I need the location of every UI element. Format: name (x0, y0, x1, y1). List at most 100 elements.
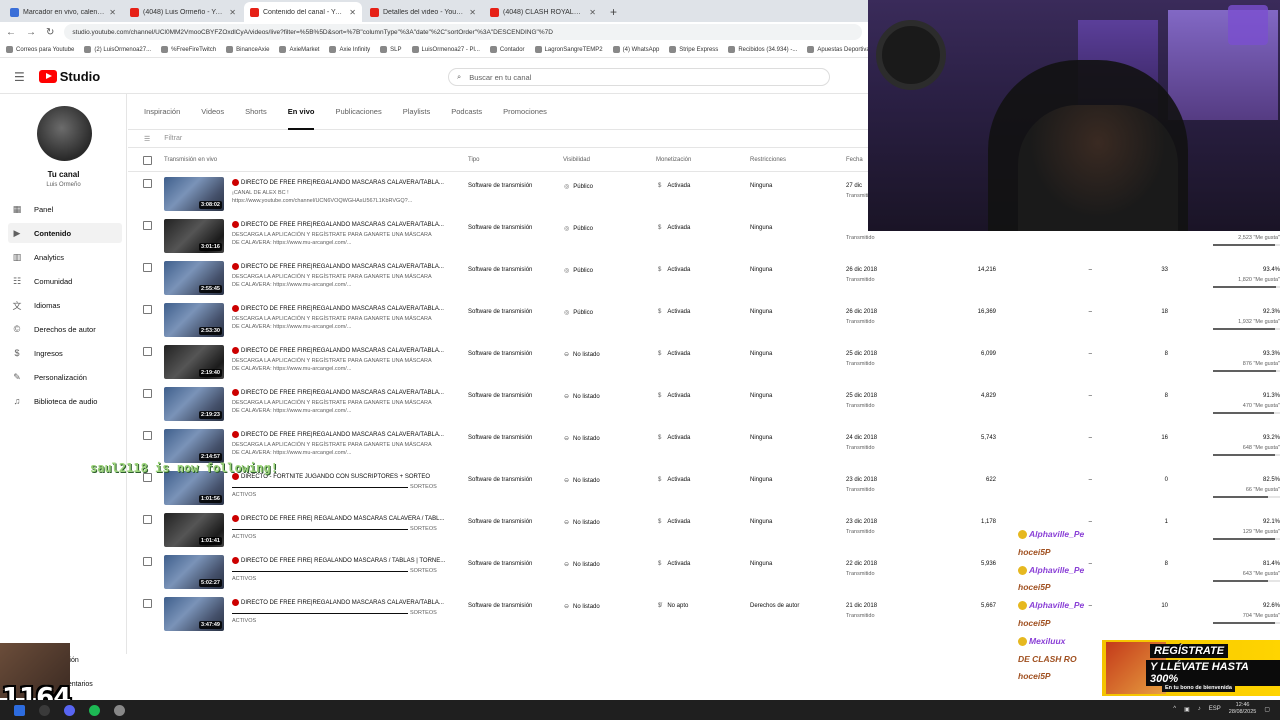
video-title[interactable]: DIRECTO DE FREE FIRE|REGALANDO MASCARAS … (232, 599, 448, 606)
back-icon[interactable]: ← (6, 27, 16, 38)
table-row[interactable]: 2:53:30 DIRECTO DE FREE FIRE|REGALANDO MA… (128, 300, 1280, 342)
bookmark-item[interactable]: Axie Infinity (329, 46, 370, 53)
bookmark-item[interactable]: SLP (380, 46, 402, 53)
notifications-icon[interactable]: ▢ (1264, 706, 1270, 713)
monetization-cell[interactable]: $ Activada (658, 519, 690, 525)
visibility-cell[interactable]: ◎ Público (564, 183, 593, 190)
search-taskbar-icon[interactable] (39, 704, 50, 716)
bookmark-item[interactable]: AxieMarket (279, 46, 319, 53)
monetization-cell[interactable]: $ Activada (658, 225, 690, 231)
sidebar-item-derechos-de-autor[interactable]: © Derechos de autor (8, 319, 122, 339)
new-tab-button[interactable]: + (610, 5, 617, 19)
video-title[interactable]: DIRECTO DE FREE FIRE|REGALANDO MASCARAS … (232, 305, 448, 312)
volume-icon[interactable]: ♪ (1198, 706, 1201, 712)
video-thumbnail[interactable]: 3:08:02 (164, 177, 224, 211)
tab-promociones[interactable]: Promociones (503, 94, 547, 130)
tab-podcasts[interactable]: Podcasts (451, 94, 482, 130)
table-row[interactable]: 2:19:40 DIRECTO DE FREE FIRE|REGALANDO MA… (128, 342, 1280, 384)
bookmark-item[interactable]: Correos para Youtube (6, 46, 74, 53)
header-video[interactable]: Transmisión en vivo (164, 157, 217, 163)
video-thumbnail[interactable]: 3:47:49 (164, 597, 224, 631)
row-checkbox[interactable] (143, 179, 152, 188)
monetization-cell[interactable]: $ Activada (658, 183, 690, 189)
forward-icon[interactable]: → (26, 27, 36, 38)
sidebar-item-ingresos[interactable]: $ Ingresos (8, 343, 122, 363)
bookmark-item[interactable]: LuisOrmenoa27 - Pl... (411, 46, 480, 53)
obs-icon[interactable] (114, 704, 125, 716)
tab-shorts[interactable]: Shorts (245, 94, 267, 130)
visibility-cell[interactable]: ⊖ No listado (564, 351, 600, 358)
video-title[interactable]: DIRECTO DE FREE FIRE| REGALANDO MÁSCARAS… (232, 557, 448, 564)
visibility-cell[interactable]: ⊖ No listado (564, 519, 600, 526)
discord-icon[interactable] (64, 704, 75, 716)
chevron-up-icon[interactable]: ^ (1173, 706, 1176, 712)
close-icon[interactable]: ✕ (229, 8, 236, 17)
header-restricciones[interactable]: Restricciones (750, 157, 786, 163)
bookmark-item[interactable]: LagronSangreTEMP2 (534, 46, 603, 53)
table-row[interactable]: 2:14:57 DIRECTO DE FREE FIRE|REGALANDO MA… (128, 426, 1280, 468)
row-checkbox[interactable] (143, 557, 152, 566)
table-row[interactable]: 2:19:23 DIRECTO DE FREE FIRE|REGALANDO MA… (128, 384, 1280, 426)
sidebar-item-panel[interactable]: ▦ Panel (8, 199, 122, 219)
table-row[interactable]: 3:47:49 DIRECTO DE FREE FIRE|REGALANDO MA… (128, 594, 1280, 636)
bookmark-item[interactable]: (4) WhatsApp (612, 46, 659, 53)
table-row[interactable]: 1:01:41 DIRECTO DE FREE FIRE| REGALANDO M… (128, 510, 1280, 552)
sidebar-item-contenido[interactable]: ▶ Contenido (8, 223, 122, 243)
monetization-cell[interactable]: $ Activada (658, 435, 690, 441)
monetization-cell[interactable]: $ Activada (658, 267, 690, 273)
visibility-cell[interactable]: ⊖ No listado (564, 393, 600, 400)
tab-videos[interactable]: Videos (201, 94, 224, 130)
video-thumbnail[interactable]: 1:01:41 (164, 513, 224, 547)
monetization-cell[interactable]: $ Activada (658, 393, 690, 399)
video-thumbnail[interactable]: 2:55:45 (164, 261, 224, 295)
monetization-cell[interactable]: $ Activada (658, 477, 690, 483)
video-thumbnail[interactable]: 3:01:16 (164, 219, 224, 253)
menu-icon[interactable]: ☰ (14, 70, 25, 84)
search-input[interactable]: ⌕ Buscar en tu canal (448, 68, 830, 86)
video-title[interactable]: DIRECTO DE FREE FIRE|REGALANDO MASCARAS … (232, 389, 448, 396)
visibility-cell[interactable]: ⊖ No listado (564, 477, 600, 484)
row-checkbox[interactable] (143, 515, 152, 524)
monetization-cell[interactable]: $ Activada (658, 309, 690, 315)
row-checkbox[interactable] (143, 431, 152, 440)
filter-icon[interactable]: ☰ (144, 135, 150, 143)
visibility-cell[interactable]: ⊖ No listado (564, 603, 600, 610)
tab-en-vivo[interactable]: En vivo (287, 94, 314, 130)
row-checkbox[interactable] (143, 305, 152, 314)
header-tipo[interactable]: Tipo (468, 157, 479, 163)
visibility-cell[interactable]: ◎ Público (564, 225, 593, 232)
video-title[interactable]: DIRECTO DE FREE FIRE| REGALANDO MÁSCARAS… (232, 515, 448, 522)
video-title[interactable]: DIRECTO DE FREE FIRE|REGALANDO MASCARAS … (232, 431, 448, 438)
monetization-cell[interactable]: $ Activada (658, 351, 690, 357)
header-fecha[interactable]: Fecha (846, 157, 863, 163)
row-checkbox[interactable] (143, 389, 152, 398)
bookmark-item[interactable]: Apuestas Deportiva (807, 46, 868, 53)
close-icon[interactable]: ✕ (109, 8, 116, 17)
avatar[interactable] (37, 106, 92, 161)
monetization-cell[interactable]: $ Activada (658, 561, 690, 567)
sidebar-item-idiomas[interactable]: 文 Idiomas (8, 295, 122, 315)
header-monetizacion[interactable]: Monetización (656, 157, 691, 163)
tab-playlists[interactable]: Playlists (403, 94, 431, 130)
video-thumbnail[interactable]: 2:14:57 (164, 429, 224, 463)
visibility-cell[interactable]: ⊖ No listado (564, 435, 600, 442)
spotify-icon[interactable] (89, 704, 100, 716)
table-row[interactable]: 2:55:45 DIRECTO DE FREE FIRE|REGALANDO MA… (128, 258, 1280, 300)
video-thumbnail[interactable]: 1:01:56 (164, 471, 224, 505)
table-row[interactable]: 5:02:27 DIRECTO DE FREE FIRE| REGALANDO M… (128, 552, 1280, 594)
bookmark-item[interactable]: Contador (489, 46, 525, 53)
row-checkbox[interactable] (143, 263, 152, 272)
bookmark-item[interactable]: Stripe Express (669, 46, 718, 53)
video-title[interactable]: DIRECTO DE FREE FIRE|REGALANDO MASCARAS … (232, 221, 448, 228)
video-thumbnail[interactable]: 2:19:23 (164, 387, 224, 421)
browser-tab[interactable]: Detalles del video - YouTube St ✕ (364, 2, 482, 22)
tab-publicaciones[interactable]: Publicaciones (335, 94, 381, 130)
bookmark-item[interactable]: BinanceAxie (226, 46, 269, 53)
browser-tab[interactable]: (4048) CLASH ROYALE || LIGA ✕ (484, 2, 602, 22)
reload-icon[interactable]: ↻ (46, 27, 54, 38)
video-thumbnail[interactable]: 2:19:40 (164, 345, 224, 379)
start-icon[interactable] (14, 704, 25, 716)
browser-tab[interactable]: Contenido del canal - YouTube ✕ (244, 2, 362, 22)
row-checkbox[interactable] (143, 347, 152, 356)
visibility-cell[interactable]: ◎ Público (564, 267, 593, 274)
